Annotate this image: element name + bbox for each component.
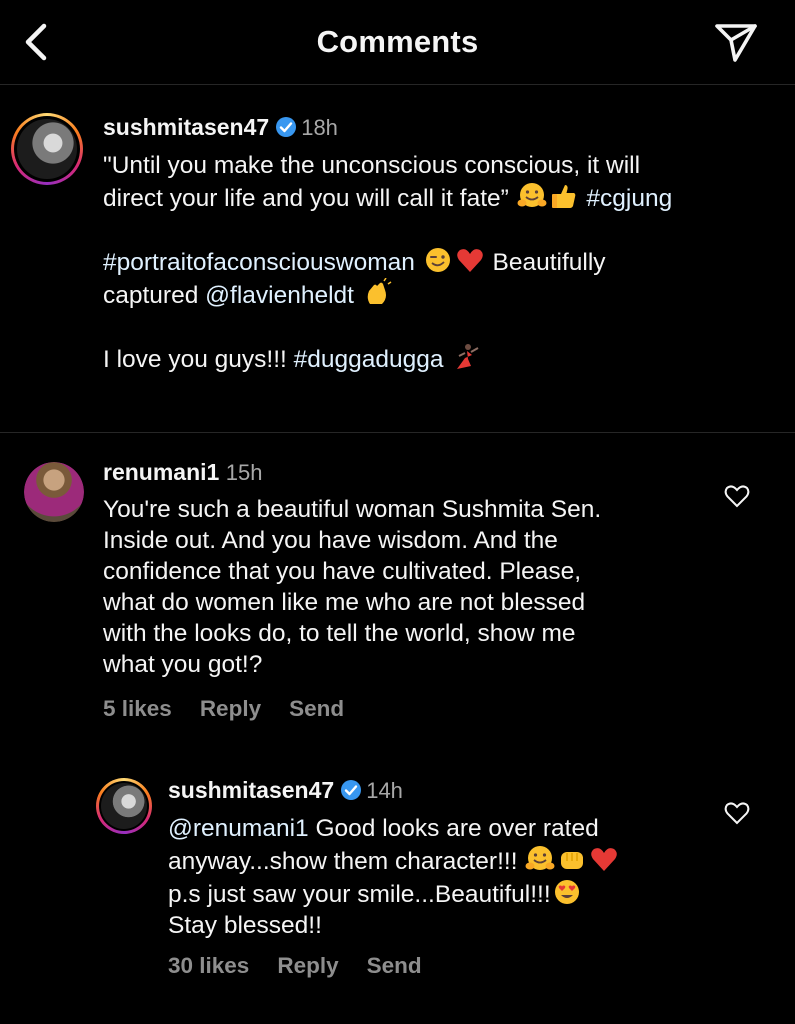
caption-text: "Until you make the unconscious consciou…	[103, 150, 783, 375]
caption-time: 18h	[301, 115, 338, 140]
caption-text-segment: Beautifully	[492, 249, 606, 276]
caption-avatar[interactable]	[11, 113, 83, 185]
caption-username[interactable]: sushmitasen47	[103, 114, 269, 140]
reply-line: @renumani1 Good looks are over rated	[168, 813, 708, 844]
winking-face-emoji-icon	[423, 245, 453, 275]
reply-username[interactable]: sushmitasen47	[168, 777, 334, 803]
hugging-face-emoji-icon	[517, 181, 547, 211]
caption-line: #portraitofaconsciouswoman Beautifully	[103, 245, 783, 278]
dancing-woman-emoji-icon	[451, 342, 481, 372]
heart-outline-icon	[724, 485, 750, 508]
share-button[interactable]	[711, 20, 761, 64]
header-bar: Comments	[0, 0, 795, 85]
reply-text-segment: p.s just saw your smile...Beautiful!!!	[168, 881, 551, 908]
comment-likes-count[interactable]: 5 likes	[103, 696, 172, 721]
hugging-face-emoji-icon	[525, 844, 555, 874]
reply-button[interactable]: Reply	[277, 953, 338, 978]
oncoming-fist-emoji-icon	[557, 844, 587, 874]
comment-username[interactable]: renumani1	[103, 459, 219, 485]
caption-line: "Until you make the unconscious consciou…	[103, 152, 641, 179]
reply-button[interactable]: Reply	[200, 696, 261, 721]
hashtag-link[interactable]: #cgjung	[586, 185, 672, 212]
reply-text: @renumani1 Good looks are over rated any…	[168, 813, 708, 941]
like-comment-button[interactable]	[724, 483, 750, 509]
hashtag-link[interactable]: #portraitofaconsciouswoman	[103, 249, 415, 276]
comment-meta: renumani1 15h	[103, 459, 263, 486]
page-title: Comments	[316, 24, 479, 59]
comment-actions: 5 likes Reply Send	[103, 696, 372, 722]
reply-actions: 30 likes Reply Send	[168, 953, 450, 979]
red-heart-emoji-icon	[455, 245, 485, 275]
reply-text-segment: anyway...show them character!!!	[168, 848, 518, 875]
reply-avatar[interactable]	[96, 778, 152, 834]
comment-line: You're such a beautiful woman Sushmita S…	[103, 496, 602, 523]
verified-badge-icon	[275, 116, 297, 143]
comment-line: Inside out. And you have wisdom. And the	[103, 527, 558, 554]
reply-time: 14h	[366, 778, 403, 803]
reply-line: p.s just saw your smile...Beautiful!!!	[168, 877, 708, 910]
mention-link[interactable]: @renumani1	[168, 815, 309, 842]
verified-badge-icon	[340, 779, 362, 806]
caption-meta: sushmitasen47 18h	[103, 114, 338, 143]
caption-divider	[0, 432, 795, 433]
red-heart-emoji-icon	[589, 844, 619, 874]
send-button[interactable]: Send	[367, 953, 422, 978]
heart-eyes-emoji-icon	[552, 877, 582, 907]
comment-line: confidence that you have cultivated. Ple…	[103, 558, 582, 585]
reply-line: Stay blessed!!	[168, 912, 322, 939]
caption-text-segment: direct your life and you will call it fa…	[103, 185, 509, 212]
mention-link[interactable]: @flavienheldt	[205, 282, 354, 309]
comment-line: what you got!?	[103, 651, 263, 678]
caption-text-segment: I love you guys!!!	[103, 346, 287, 373]
reply-likes-count[interactable]: 30 likes	[168, 953, 249, 978]
caption-line: direct your life and you will call it fa…	[103, 181, 783, 214]
comment-line: with the looks do, to tell the world, sh…	[103, 620, 576, 647]
comment-line: what do women like me who are not blesse…	[103, 589, 586, 616]
reply-meta: sushmitasen47 14h	[168, 777, 403, 806]
thumbs-up-emoji-icon	[549, 181, 579, 211]
like-reply-button[interactable]	[724, 800, 750, 826]
caption-text-segment: captured	[103, 282, 199, 309]
comment-text: You're such a beautiful woman Sushmita S…	[103, 494, 703, 680]
caption-line: captured @flavienheldt	[103, 277, 783, 311]
comment-time: 15h	[225, 460, 263, 485]
send-button[interactable]: Send	[289, 696, 344, 721]
caption-line: I love you guys!!! #duggadugga	[103, 342, 783, 375]
reply-line: anyway...show them character!!!	[168, 844, 708, 877]
commenter-avatar[interactable]	[24, 462, 84, 522]
heart-outline-icon	[724, 802, 750, 825]
hashtag-link[interactable]: #duggadugga	[294, 346, 444, 373]
direct-send-icon	[715, 24, 757, 62]
reply-text-segment: Good looks are over rated	[315, 815, 599, 842]
clapping-hands-emoji-icon	[362, 277, 392, 308]
